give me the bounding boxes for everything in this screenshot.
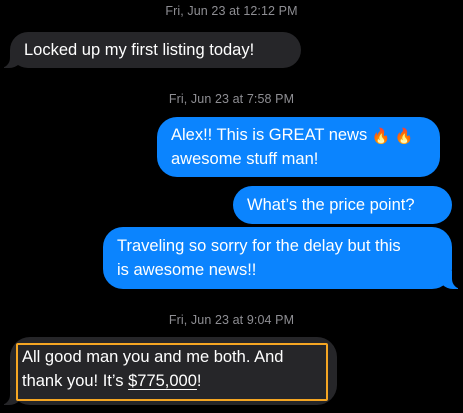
message-text: What’s the price point? <box>247 196 415 214</box>
message-line: thank you! It’s $775,000! <box>22 369 323 393</box>
message-bubble-outgoing[interactable]: Traveling so sorry for the delay but thi… <box>103 227 462 289</box>
message-text: Alex!! This is GREAT news 🔥 🔥 <box>171 123 426 147</box>
timestamp-day: Fri, Jun 23 <box>165 4 226 18</box>
message-bubble-outgoing[interactable]: What’s the price point? <box>233 186 452 224</box>
message-bubble-incoming[interactable]: All good man you and me both. And thank … <box>0 337 337 405</box>
message-text: Locked up my first listing today! <box>24 41 255 59</box>
timestamp: Fri, Jun 23 at 12:12 PM <box>0 4 463 18</box>
message-line: All good man you and me both. And <box>22 348 284 366</box>
timestamp: Fri, Jun 23 at 7:58 PM <box>0 92 463 106</box>
message-line: Alex!! This is GREAT news <box>171 126 368 144</box>
message-line: is awesome news!! <box>117 261 257 279</box>
price-link[interactable]: $775,000 <box>128 372 197 390</box>
message-bubble-incoming[interactable]: Locked up my first listing today! <box>0 32 301 68</box>
message-line: Traveling so sorry for the delay but thi… <box>117 237 401 255</box>
timestamp: Fri, Jun 23 at 9:04 PM <box>0 313 463 327</box>
message-text-prefix: thank you! It’s <box>22 372 129 390</box>
timestamp-at: at <box>232 92 244 106</box>
message-bubble-outgoing[interactable]: Alex!! This is GREAT news 🔥 🔥 awesome st… <box>157 117 440 177</box>
message-line: awesome stuff man! <box>171 150 319 168</box>
timestamp-day: Fri, Jun 23 <box>168 92 230 106</box>
timestamp-at: at <box>229 4 240 18</box>
timestamp-day: Fri, Jun 23 <box>168 313 230 327</box>
fire-emoji-icon: 🔥 🔥 <box>371 128 414 145</box>
timestamp-at: at <box>232 313 244 327</box>
timestamp-time: 7:58 PM <box>246 92 295 106</box>
timestamp-time: 12:12 PM <box>243 4 298 18</box>
timestamp-time: 9:04 PM <box>246 313 295 327</box>
message-text-suffix: ! <box>196 372 202 390</box>
